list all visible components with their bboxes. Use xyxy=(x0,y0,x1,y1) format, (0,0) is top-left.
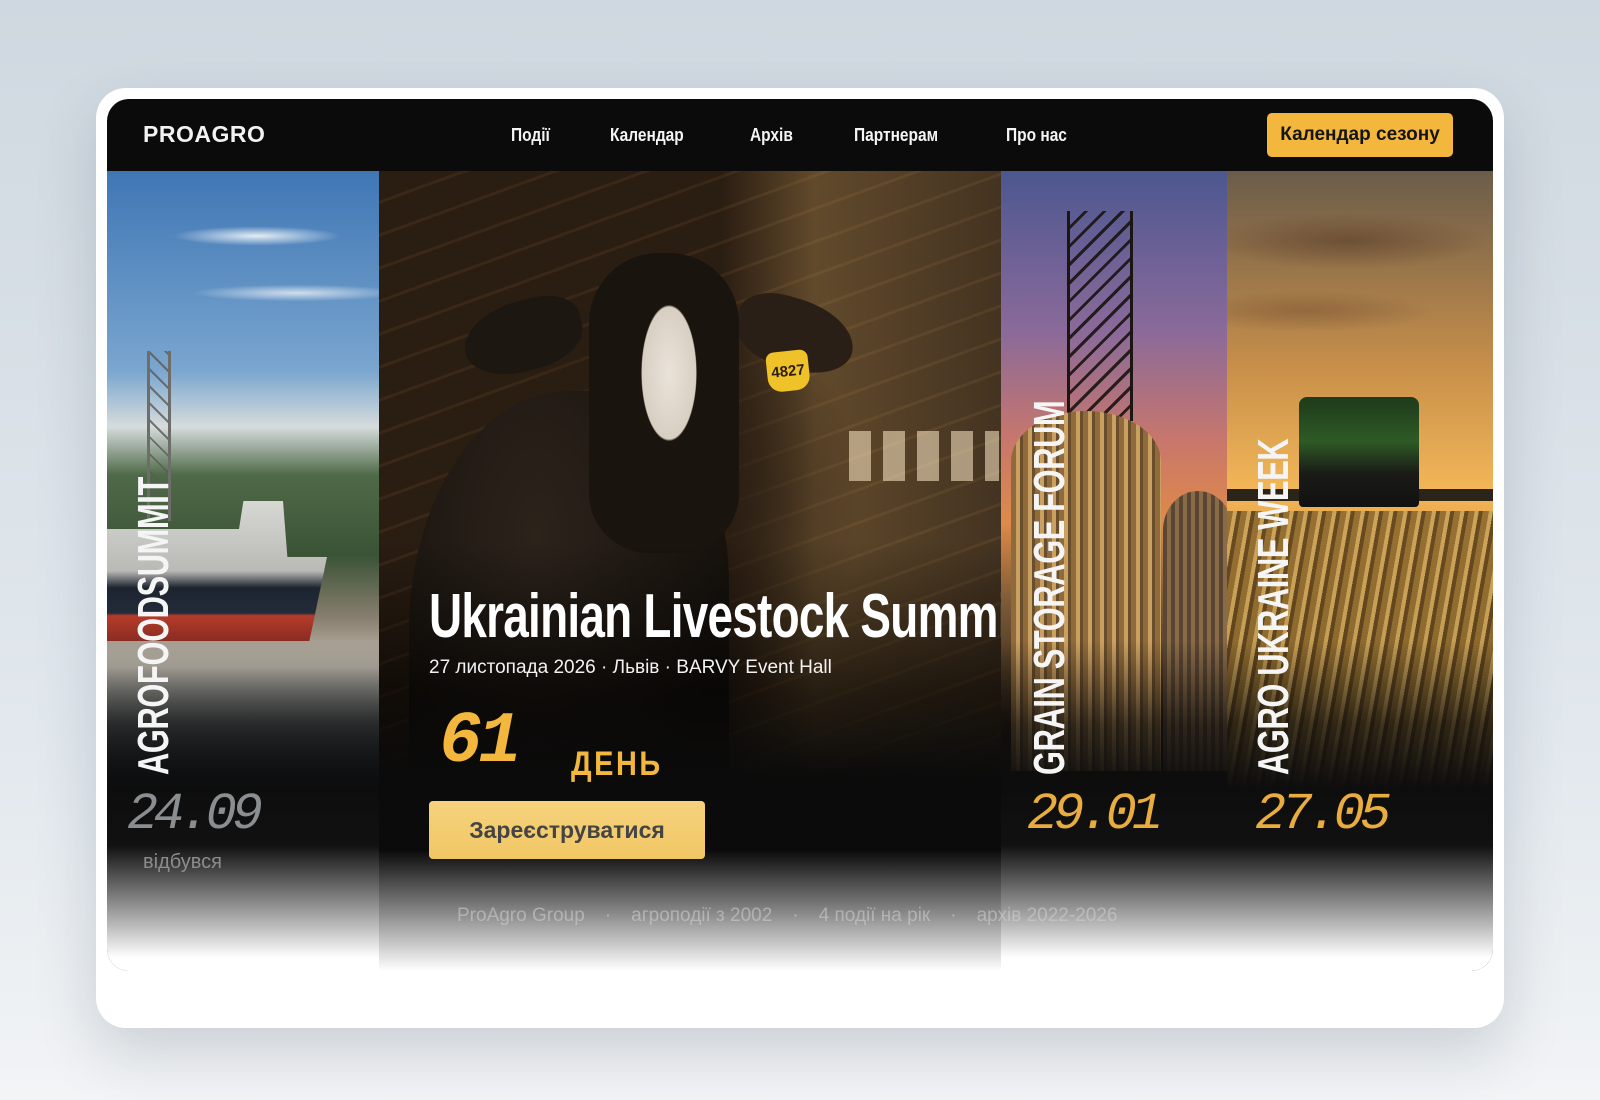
footer-item: архів 2022-2026 xyxy=(976,905,1118,926)
logo[interactable]: PROAGRO xyxy=(143,121,265,148)
footer-separator: · xyxy=(950,905,957,926)
footer-strip: ProAgro Group · агроподії з 2002 · 4 под… xyxy=(457,905,1117,927)
nav-item-calendar[interactable]: Календар xyxy=(610,125,684,146)
event-panel-featured: 4827 Ukrainian Livestock Summit 27 листо… xyxy=(379,171,1001,971)
barn-windows xyxy=(849,431,999,481)
footer-item: ProAgro Group xyxy=(457,905,585,926)
app-window: PROAGRO Події Календар Архів Партнерам П… xyxy=(107,99,1493,971)
footer-item: агроподії з 2002 xyxy=(631,905,773,926)
featured-event-meta: 27 листопада 2026 · Львів · BARVY Event … xyxy=(429,657,832,678)
nav-item-partners[interactable]: Партнерам xyxy=(854,125,938,146)
event-panel-agro-ukraine-week[interactable]: AGRO UKRAINE WEEK 27.05 xyxy=(1227,171,1493,971)
footer-item: 4 події на рік xyxy=(818,905,931,926)
register-button[interactable]: Зареєструватися xyxy=(429,801,705,859)
panel-title: GRAIN STORAGE FORUM xyxy=(1025,400,1074,775)
elevator-tower-shape xyxy=(1067,211,1133,421)
countdown-unit: ДЕНЬ xyxy=(571,745,663,783)
footer-separator: · xyxy=(604,905,612,926)
event-date: 24.09 xyxy=(127,785,263,844)
nav-item-about[interactable]: Про нас xyxy=(1006,125,1067,146)
nav-item-events[interactable]: Події xyxy=(511,125,550,146)
featured-event-title: Ukrainian Livestock Summit xyxy=(429,582,1001,651)
event-panels: AGROFOODSUMMIT 24.09 відбувся 4827 Ukrai… xyxy=(107,171,1493,971)
event-date: 27.05 xyxy=(1255,785,1391,844)
ear-tag: 4827 xyxy=(765,348,811,394)
tractor-shape xyxy=(1299,397,1419,507)
nav-item-archive[interactable]: Архів xyxy=(750,125,793,146)
season-calendar-button[interactable]: Календар сезону xyxy=(1267,113,1453,157)
event-panel-grain-storage[interactable]: GRAIN STORAGE FORUM 29.01 xyxy=(1001,171,1227,971)
cow-head-shape xyxy=(589,253,739,553)
browser-frame: PROAGRO Події Календар Архів Партнерам П… xyxy=(96,88,1504,1028)
panel-title: AGRO UKRAINE WEEK xyxy=(1249,438,1298,775)
main-menu: Події Календар Архів Партнерам Про нас xyxy=(511,125,1076,146)
event-date: 29.01 xyxy=(1027,785,1163,844)
top-navigation: PROAGRO Події Календар Архів Партнерам П… xyxy=(107,99,1493,171)
countdown-value: 61 xyxy=(439,701,521,783)
footer-separator: · xyxy=(792,905,799,926)
panel-title: AGROFOODSUMMIT xyxy=(129,477,178,775)
event-status: відбувся xyxy=(143,851,222,873)
event-panel-agrofoodsummit[interactable]: AGROFOODSUMMIT 24.09 відбувся xyxy=(107,171,379,971)
